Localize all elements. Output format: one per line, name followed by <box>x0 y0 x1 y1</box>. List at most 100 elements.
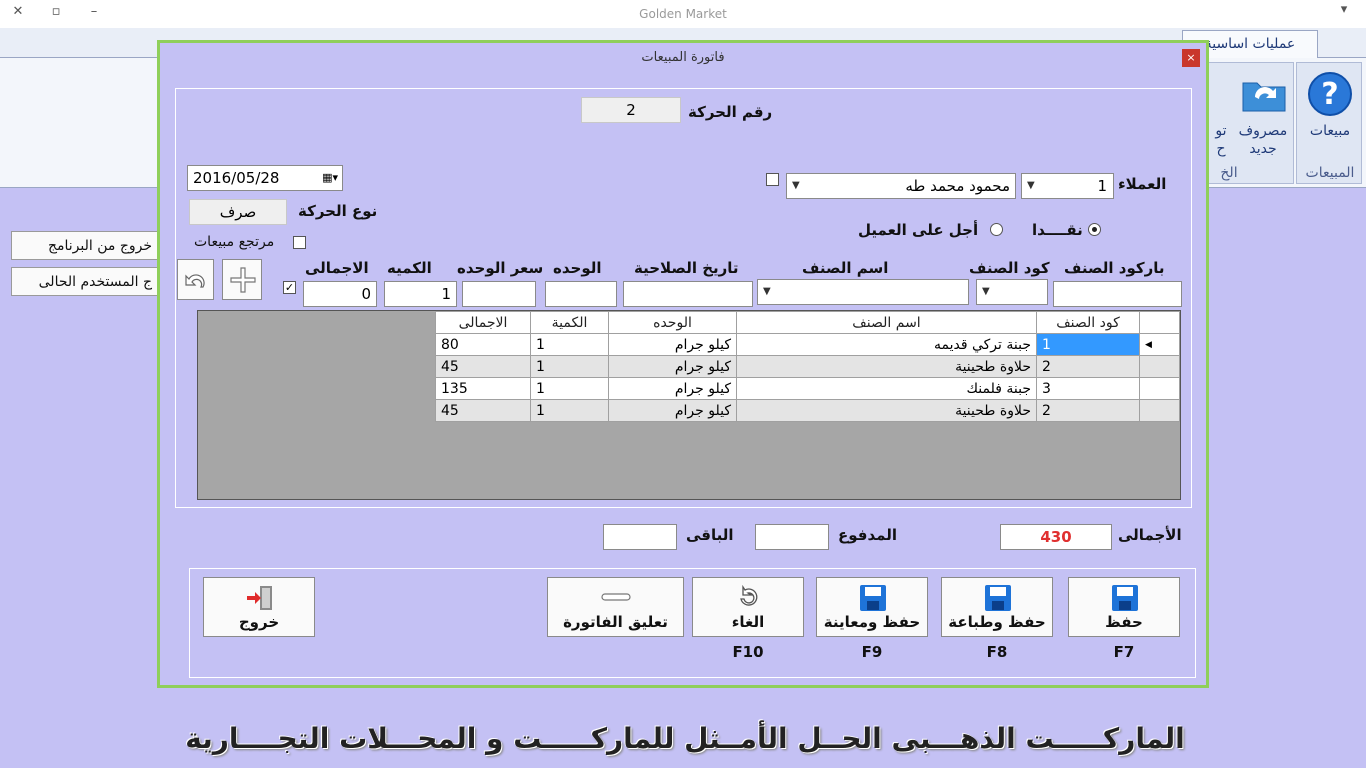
cell-name[interactable]: حلاوة طحينية <box>736 399 1037 422</box>
line-total-input[interactable]: 0 <box>303 281 377 307</box>
txn-number-field: 2 <box>581 97 681 123</box>
cell-total[interactable]: 45 <box>435 399 531 422</box>
cell-qty[interactable]: 1 <box>530 333 609 356</box>
calendar-dropdown-icon[interactable]: ▦▾ <box>322 166 338 190</box>
col-header-name[interactable]: اسم الصنف <box>736 311 1037 334</box>
credit-label: أجل على العميل <box>858 221 979 239</box>
floppy-disk-icon <box>1112 585 1138 611</box>
save-print-shortcut: F8 <box>986 643 1008 661</box>
credit-radio[interactable] <box>990 223 1003 236</box>
table-row[interactable]: 3 جبنة فلمنك كيلو جرام 1 135 <box>435 377 1180 400</box>
group-label-partial: الخ <box>1220 165 1238 181</box>
cell-code[interactable]: 2 <box>1036 355 1140 378</box>
exit-program-button[interactable]: خروج من البرنامج <box>11 231 161 260</box>
item-code-select[interactable]: ▼ <box>976 279 1048 305</box>
app-title: Golden Market <box>639 7 727 21</box>
line-checkbox[interactable]: ✓ <box>283 281 296 294</box>
app-titlebar: ✕ ▫ – Golden Market ▾ <box>0 0 1366 28</box>
col-header-unit[interactable]: الوحده <box>608 311 737 334</box>
refresh-icon <box>740 585 758 606</box>
cell-qty[interactable]: 1 <box>530 399 609 422</box>
add-item-button[interactable] <box>222 259 262 300</box>
cell-qty[interactable]: 1 <box>530 355 609 378</box>
exit-button-label: خروج <box>238 613 280 631</box>
cell-unit[interactable]: كيلو جرام <box>608 333 737 356</box>
expiry-input[interactable] <box>623 281 753 307</box>
ribbon-group-sales: ? مبيعات المبيعات <box>1296 62 1362 184</box>
items-grid[interactable]: كود الصنف اسم الصنف الوحده الكمية الاجما… <box>197 310 1181 500</box>
cell-name[interactable]: جبنة فلمنك <box>736 377 1037 400</box>
col-header-total[interactable]: الاجمالى <box>435 311 531 334</box>
table-row[interactable]: ◀ 1 جبنة تركي قديمه كيلو جرام 1 80 <box>435 333 1180 356</box>
unit-price-input[interactable] <box>462 281 536 307</box>
close-icon[interactable]: × <box>1182 49 1200 67</box>
cell-name[interactable]: جبنة تركي قديمه <box>736 333 1037 356</box>
minus-icon <box>601 593 631 601</box>
cell-code[interactable]: 3 <box>1036 377 1140 400</box>
col-header-qty[interactable]: الكمية <box>530 311 609 334</box>
cash-label: نقــــدا <box>1032 221 1083 239</box>
cell-unit[interactable]: كيلو جرام <box>608 399 737 422</box>
txn-number-label: رقم الحركة <box>688 103 773 121</box>
save-preview-shortcut: F9 <box>861 643 883 661</box>
date-picker[interactable]: 2016/05/28 ▦▾ <box>187 165 343 191</box>
table-row[interactable]: 2 حلاوة طحينية كيلو جرام 1 45 <box>435 399 1180 422</box>
qty-label: الكميه <box>387 259 432 277</box>
cell-unit[interactable]: كيلو جرام <box>608 355 737 378</box>
cell-code[interactable]: 1 <box>1036 333 1140 356</box>
paid-input[interactable] <box>755 524 829 550</box>
floppy-disk-icon <box>860 585 886 611</box>
chevron-down-icon: ▼ <box>792 180 800 191</box>
cell-total[interactable]: 80 <box>435 333 531 356</box>
col-header-code[interactable]: كود الصنف <box>1036 311 1140 334</box>
paid-label: المدفوع <box>838 526 897 544</box>
cell-code[interactable]: 2 <box>1036 399 1140 422</box>
suspend-invoice-button[interactable]: تعليق الفاتورة <box>547 577 684 637</box>
chevron-down-icon: ▼ <box>1027 180 1035 191</box>
txn-type-field: صرف <box>189 199 287 225</box>
help-icon: ? <box>1307 71 1353 121</box>
cash-radio[interactable] <box>1088 223 1101 236</box>
customer-name-value: محمود محمد طه <box>905 177 1010 195</box>
save-preview-button[interactable]: حفظ ومعاينة <box>816 577 928 637</box>
floppy-disk-icon <box>985 585 1011 611</box>
switch-user-button[interactable]: ج المستخدم الحالى <box>11 267 161 296</box>
expense-button-line2[interactable]: جديد <box>1233 141 1293 157</box>
undo-icon <box>185 274 205 288</box>
items-table: كود الصنف اسم الصنف الوحده الكمية الاجما… <box>435 311 1180 422</box>
customer-code-select[interactable]: ▼ 1 <box>1021 173 1114 199</box>
save-button[interactable]: حفظ <box>1068 577 1180 637</box>
customer-checkbox[interactable] <box>766 173 779 186</box>
partial-button-line2[interactable]: ح <box>1209 141 1233 157</box>
dialog-titlebar: فاتورة المبيعات × <box>160 43 1206 73</box>
customer-name-select[interactable]: محمود محمد طه ▼ <box>786 173 1016 199</box>
item-name-select[interactable]: ▼ <box>757 279 969 305</box>
cell-total[interactable]: 135 <box>435 377 531 400</box>
cell-total[interactable]: 45 <box>435 355 531 378</box>
footer-banner: الماركـــــت الذهـــبى الحــل الأمــثل ل… <box>185 722 1185 755</box>
barcode-label: باركود الصنف <box>1064 259 1165 277</box>
partial-button-line1[interactable]: تو <box>1209 123 1233 139</box>
cell-qty[interactable]: 1 <box>530 377 609 400</box>
cell-unit[interactable]: كيلو جرام <box>608 377 737 400</box>
date-value: 2016/05/28 <box>193 169 280 187</box>
cancel-button[interactable]: الغاء <box>692 577 804 637</box>
unit-input[interactable] <box>545 281 617 307</box>
expense-button-line1[interactable]: مصروف <box>1233 123 1293 139</box>
save-preview-button-label: حفظ ومعاينة <box>823 613 921 631</box>
sales-return-checkbox[interactable] <box>293 236 306 249</box>
table-row[interactable]: 2 حلاوة طحينية كيلو جرام 1 45 <box>435 355 1180 378</box>
cell-name[interactable]: حلاوة طحينية <box>736 355 1037 378</box>
ribbon-expand-icon[interactable]: ▾ <box>1334 2 1354 17</box>
sales-button[interactable]: مبيعات <box>1297 123 1363 139</box>
qty-input[interactable]: 1 <box>384 281 457 307</box>
total-label: الاجمالى <box>305 259 369 277</box>
row-selector <box>1139 355 1180 378</box>
txn-type-label: نوع الحركة <box>298 202 378 220</box>
exit-button[interactable]: خروج <box>203 577 315 637</box>
save-print-button[interactable]: حفظ وطباعة <box>941 577 1053 637</box>
barcode-input[interactable] <box>1053 281 1182 307</box>
invoice-total-field: 430 <box>1000 524 1112 550</box>
row-selector <box>1139 377 1180 400</box>
undo-button[interactable] <box>177 259 214 300</box>
